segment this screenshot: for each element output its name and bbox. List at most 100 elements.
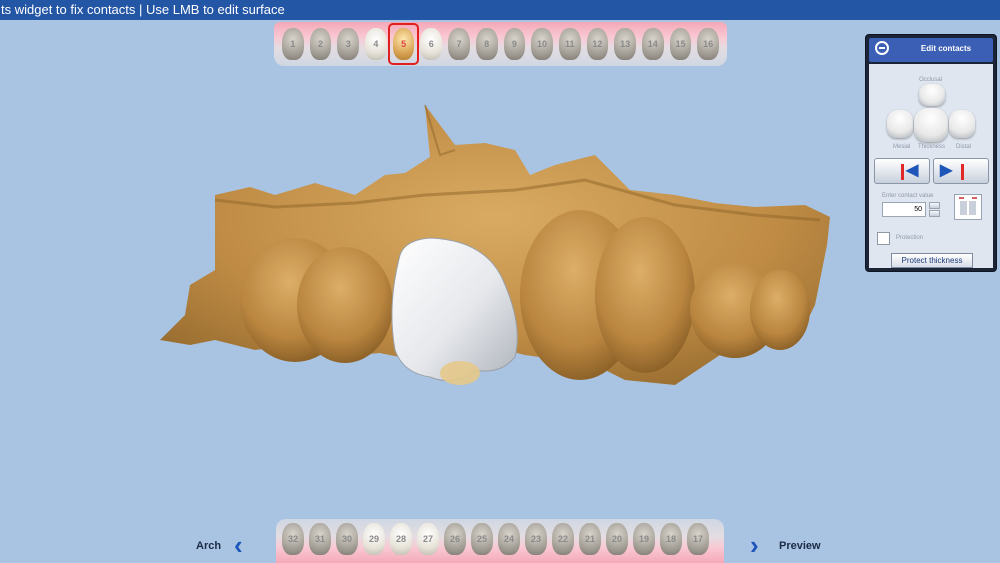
edit-contacts-panel: Edit contacts Occlusal Mesial Thickness …	[865, 34, 997, 272]
tooth-number: 23	[530, 534, 541, 544]
tooth-number: 16	[703, 39, 714, 49]
status-bar: ts widget to fix contacts | Use LMB to e…	[0, 0, 1000, 20]
tooth-2[interactable]: 2	[308, 26, 334, 62]
panel-title: Edit contacts	[920, 44, 972, 53]
chevron-left-icon[interactable]: ‹	[234, 532, 243, 558]
tooth-10[interactable]: 10	[529, 26, 555, 62]
tooth-26[interactable]: 26	[442, 521, 468, 557]
tooth-number: 3	[345, 39, 351, 49]
tooth-number: 18	[665, 534, 676, 544]
tooth-29[interactable]: 29	[361, 521, 387, 557]
contact-value-label: Enter contact value	[882, 193, 934, 199]
contact-marker-icon	[961, 164, 964, 180]
tooth-number: 20	[611, 534, 622, 544]
tooth-17[interactable]: 17	[685, 521, 711, 557]
tooth-16[interactable]: 16	[695, 26, 721, 62]
tooth-24[interactable]: 24	[496, 521, 522, 557]
thickness-view-button[interactable]	[914, 108, 948, 142]
tooth-number: 24	[503, 534, 514, 544]
status-instructions: ts widget to fix contacts | Use LMB to e…	[1, 2, 285, 17]
tooth-21[interactable]: 21	[577, 521, 603, 557]
tooth-31[interactable]: 31	[307, 521, 333, 557]
tooth-number: 8	[484, 39, 490, 49]
collapse-icon[interactable]	[875, 41, 889, 55]
tooth-number: 9	[511, 39, 517, 49]
contact-value-input[interactable]	[882, 202, 926, 217]
tooth-number: 15	[675, 39, 686, 49]
tooth-8[interactable]: 8	[474, 26, 500, 62]
lower-tooth-selector: 32 31 30 29 28 27 26 25 24 23 22 21 20 19 18 17	[276, 519, 724, 563]
chevron-right-icon[interactable]: ›	[750, 532, 759, 558]
tooth-7[interactable]: 7	[446, 26, 472, 62]
occlusal-view-button[interactable]	[919, 84, 945, 106]
tooth-19[interactable]: 19	[631, 521, 657, 557]
upper-tooth-selector: 1 2 3 4 5 6 7 8 9 10 11 12 13 14 15 16	[274, 22, 727, 66]
tooth-number: 26	[449, 534, 460, 544]
decrement-button[interactable]	[929, 210, 940, 217]
tooth-number: 22	[557, 534, 568, 544]
tooth-1[interactable]: 1	[280, 26, 306, 62]
tooth-22[interactable]: 22	[550, 521, 576, 557]
tooth-number: 1	[290, 39, 296, 49]
arch-nav-label[interactable]: Arch	[196, 540, 221, 552]
view-label-occlusal: Occlusal	[919, 77, 943, 83]
tooth-32[interactable]: 32	[280, 521, 306, 557]
tooth-number: 28	[395, 534, 406, 544]
tooth-number: 21	[584, 534, 595, 544]
tooth-12[interactable]: 12	[585, 26, 611, 62]
panel-header: Edit contacts	[869, 38, 993, 62]
move-contact-right-button[interactable]: ▶	[933, 158, 989, 184]
tooth-number: 12	[592, 39, 603, 49]
move-contact-left-button[interactable]: ◀	[874, 158, 930, 184]
tooth-6[interactable]: 6	[418, 26, 444, 62]
tooth-number: 32	[287, 534, 298, 544]
tooth-number: 29	[368, 534, 379, 544]
tooth-number: 2	[318, 39, 324, 49]
preview-nav-label[interactable]: Preview	[779, 540, 821, 552]
contact-marker-icon	[901, 164, 904, 180]
tooth-18[interactable]: 18	[658, 521, 684, 557]
view-label-thickness: Thickness	[918, 144, 946, 150]
tooth-28[interactable]: 28	[388, 521, 414, 557]
view-label-distal: Distal	[956, 144, 972, 150]
tooth-number: 19	[638, 534, 649, 544]
distal-view-button[interactable]	[949, 110, 975, 138]
tooth-30[interactable]: 30	[334, 521, 360, 557]
tooth-number: 7	[456, 39, 462, 49]
tooth-11[interactable]: 11	[557, 26, 583, 62]
tooth-number: 10	[537, 39, 548, 49]
tooth-number: 4	[373, 39, 379, 49]
tooth-4[interactable]: 4	[363, 26, 389, 62]
tooth-13[interactable]: 13	[612, 26, 638, 62]
tooth-number: 17	[692, 534, 703, 544]
tooth-number: 27	[422, 534, 433, 544]
tooth-number: 25	[476, 534, 487, 544]
tooth-number: 5	[401, 39, 407, 49]
arrow-left-icon: ◀	[906, 162, 919, 179]
tooth-14[interactable]: 14	[640, 26, 666, 62]
tooth-number: 31	[314, 534, 325, 544]
tooth-20[interactable]: 20	[604, 521, 630, 557]
tooth-3[interactable]: 3	[335, 26, 361, 62]
protection-checkbox[interactable]	[877, 232, 890, 245]
tooth-number: 11	[564, 39, 575, 49]
contact-gap-icon[interactable]	[954, 194, 982, 220]
tooth-25[interactable]: 25	[469, 521, 495, 557]
increment-button[interactable]	[929, 202, 940, 209]
protect-thickness-button[interactable]: Protect thickness	[891, 253, 973, 268]
dental-scan-viewport[interactable]	[155, 95, 845, 395]
view-label-mesial: Mesial	[893, 144, 911, 150]
tooth-number: 30	[341, 534, 352, 544]
tooth-23[interactable]: 23	[523, 521, 549, 557]
tooth-number: 13	[620, 39, 631, 49]
tooth-9[interactable]: 9	[502, 26, 528, 62]
tooth-number: 6	[428, 39, 434, 49]
protection-label: Protection	[896, 235, 924, 241]
tooth-27[interactable]: 27	[415, 521, 441, 557]
arrow-right-icon: ▶	[940, 162, 953, 179]
mesial-view-button[interactable]	[887, 110, 913, 138]
tooth-number: 14	[647, 39, 658, 49]
tooth-5[interactable]: 5	[387, 23, 420, 65]
tooth-15[interactable]: 15	[668, 26, 694, 62]
panel-body: Occlusal Mesial Thickness Distal ◀ ▶ Ent…	[869, 64, 993, 268]
